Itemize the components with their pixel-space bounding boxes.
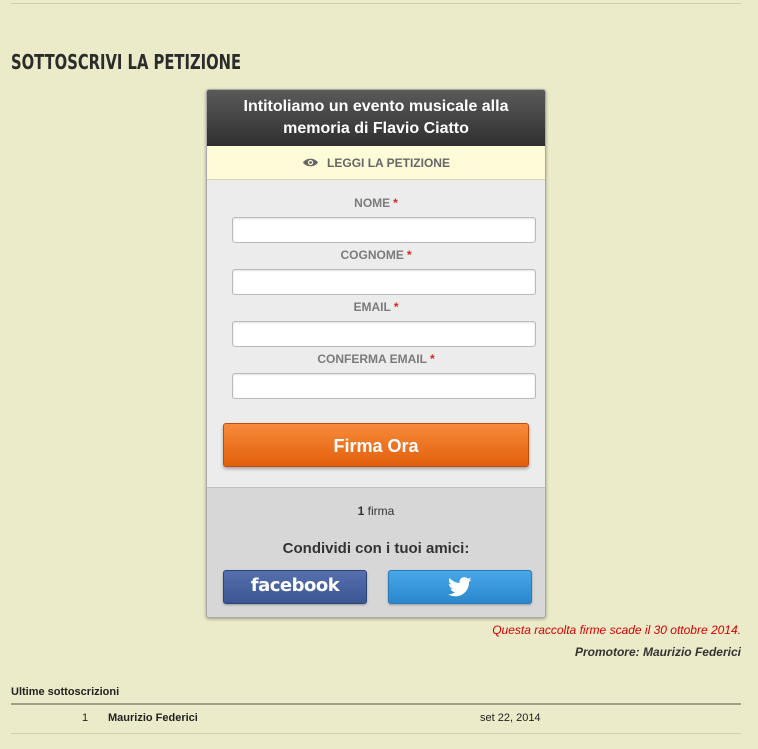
first-name-field[interactable] [232, 217, 536, 243]
row-divider [11, 733, 741, 734]
share-panel: 1 firma Condividi con i tuoi amici: face… [207, 487, 545, 617]
promoter-text: Promotore: Maurizio Federici [574, 645, 741, 659]
twitter-share-button[interactable] [388, 570, 532, 604]
email-label-text: EMAIL [353, 300, 391, 314]
share-label: Condividi con i tuoi amici: [282, 540, 470, 557]
first-name-label: NOME * [207, 196, 545, 210]
read-petition-link[interactable]: LEGGI LA PETIZIONE [207, 146, 545, 180]
last-name-label-text: COGNOME [340, 248, 404, 262]
last-name-field[interactable] [232, 269, 536, 295]
latest-signatures-divider [11, 703, 741, 705]
email-field[interactable] [232, 321, 536, 347]
last-name-label: COGNOME * [207, 248, 545, 262]
twitter-bird-icon [448, 577, 472, 597]
signature-count-number: 1 [357, 504, 365, 518]
confirm-email-field[interactable] [232, 373, 536, 399]
petition-widget: Intitoliamo un evento musicale alla memo… [206, 89, 546, 618]
required-mark: * [429, 352, 435, 366]
confirm-email-label-text: CONFERMA EMAIL [317, 352, 427, 366]
signature-count: 1 firma [207, 504, 545, 518]
petition-title: Intitoliamo un evento musicale alla memo… [207, 90, 545, 146]
top-divider [11, 3, 741, 4]
eye-icon [303, 158, 319, 167]
signature-form: NOME * COGNOME * EMAIL * CONFERMA EMAIL * Fi… [207, 180, 545, 488]
required-mark: * [393, 196, 398, 210]
row-number: 1 [82, 712, 89, 724]
signature-date: set 22, 2014 [480, 712, 541, 724]
signer-name: Maurizio Federici [108, 712, 198, 724]
email-label: EMAIL * [207, 300, 545, 314]
read-petition-label: LEGGI LA PETIZIONE [327, 155, 450, 170]
petition-title-line1: Intitoliamo un evento musicale alla [243, 98, 509, 115]
required-mark: * [406, 248, 412, 262]
sign-now-button[interactable]: Firma Ora [223, 423, 529, 467]
signature-count-unit: firma [367, 504, 395, 518]
expiry-notice: Questa raccolta firme scade il 30 ottobr… [492, 623, 741, 637]
section-title: SOTTOSCRIVI LA PETIZIONE [11, 50, 242, 74]
facebook-share-button[interactable]: facebook [223, 570, 367, 604]
confirm-email-label: CONFERMA EMAIL * [207, 352, 545, 366]
required-mark: * [393, 300, 399, 314]
first-name-label-text: NOME [354, 196, 391, 210]
latest-signatures-title: Ultime sottoscrizioni [11, 686, 120, 698]
petition-title-line2: memoria di Flavio Ciatto [283, 120, 469, 137]
